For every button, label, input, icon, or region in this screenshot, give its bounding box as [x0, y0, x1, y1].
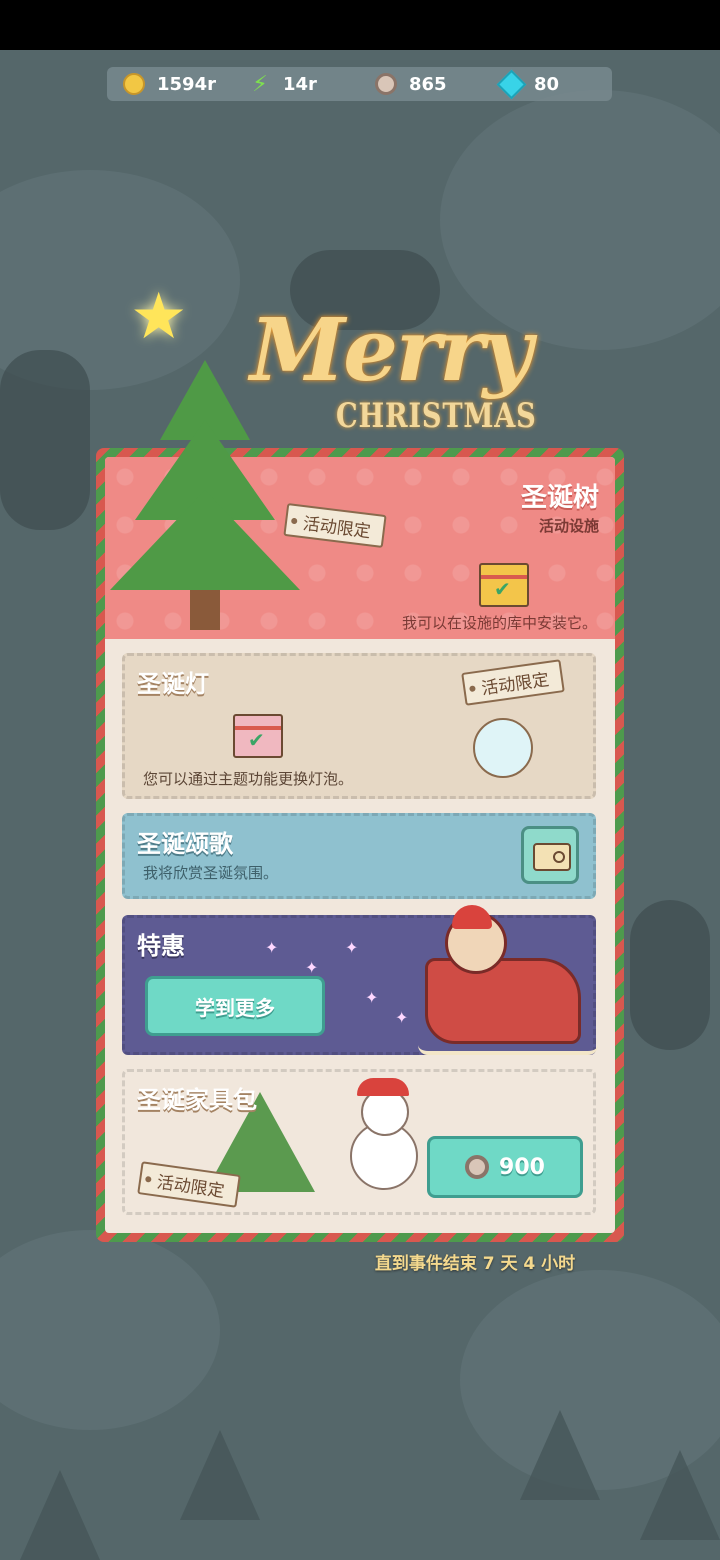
star-icon: ★ [130, 280, 188, 354]
furniture-pack-card[interactable]: 圣诞家具包 活动限定 900 [122, 1069, 596, 1215]
radio-icon [521, 826, 579, 884]
santa-cat-icon [445, 905, 507, 974]
coin-icon [123, 73, 145, 95]
energy-value: 14r [283, 73, 317, 95]
gift-check-icon [233, 714, 283, 758]
hero-description: 我可以在设施的库中安装它。 [401, 614, 597, 632]
gem-icon [496, 69, 527, 99]
buy-button[interactable]: 900 [427, 1136, 583, 1198]
sparkle-icon: ✦ [365, 988, 379, 1007]
event-countdown: 直到事件结束 7 天 4 小时 [374, 1254, 576, 1274]
lights-title: 圣诞灯 [137, 670, 209, 698]
sparkle-icon: ✦ [305, 958, 319, 977]
sparkle-icon: ✦ [265, 938, 279, 957]
hero-title: 圣诞树 [520, 483, 599, 513]
lights-description: 您可以通过主题功能更换灯泡。 [143, 770, 354, 788]
christmas-tree-image: ★ [100, 280, 310, 630]
token-counter[interactable]: 865 [359, 73, 485, 95]
coin-value: 1594r [157, 73, 216, 95]
gear-token-icon [465, 1155, 490, 1179]
snowman-hat [357, 1078, 409, 1096]
energy-counter[interactable]: ⚡ 14r [233, 71, 359, 97]
sparkle-icon: ✦ [345, 938, 359, 957]
gear-token-icon [375, 73, 397, 95]
carols-title: 圣诞颂歌 [137, 830, 233, 858]
christmas-carols-card[interactable]: 圣诞颂歌 我将欣赏圣诞氛围。 [122, 813, 596, 899]
christmas-title: CHRISTMAS [336, 396, 537, 436]
hero-subtitle: 活动设施 [538, 517, 599, 535]
gem-value: 80 [534, 73, 560, 95]
carols-description: 我将欣赏圣诞氛围。 [143, 864, 279, 882]
coin-counter[interactable]: 1594r [107, 73, 233, 95]
christmas-lights-card[interactable]: 圣诞灯 活动限定 您可以通过主题功能更换灯泡。 [122, 653, 596, 799]
price-value: 900 [499, 1154, 545, 1180]
furniture-title: 圣诞家具包 [137, 1086, 257, 1114]
special-offer-card[interactable]: 特惠 学到更多 ✦ ✦ ✦ ✦ ✦ [122, 905, 598, 1055]
learn-more-button[interactable]: 学到更多 [145, 976, 325, 1036]
resource-bar: 1594r ⚡ 14r 865 80 [107, 67, 612, 101]
status-strip [0, 0, 720, 50]
snow-globe-icon [473, 718, 533, 778]
offer-title: 特惠 [137, 932, 185, 960]
limited-tag: 活动限定 [461, 659, 565, 706]
sparkle-icon: ✦ [395, 1008, 409, 1027]
lightning-icon: ⚡ [252, 71, 268, 97]
gem-counter[interactable]: 80 [485, 69, 611, 99]
gift-check-icon [479, 563, 529, 607]
sleigh-icon [418, 958, 598, 1055]
token-value: 865 [409, 73, 447, 95]
